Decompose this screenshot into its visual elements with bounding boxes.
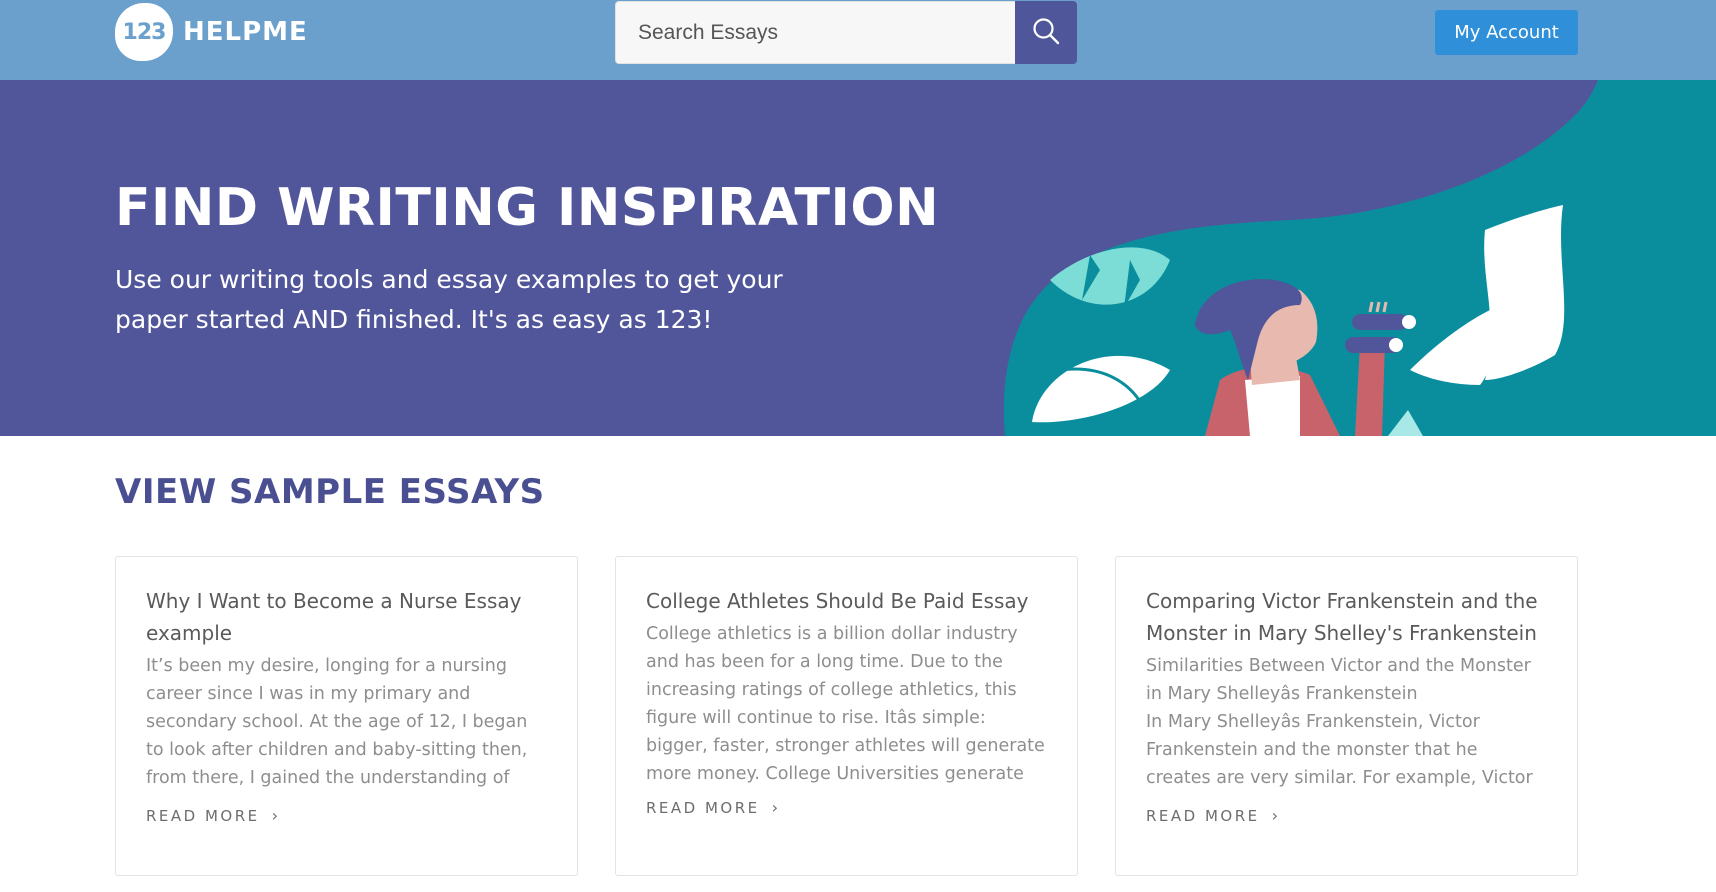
search-button[interactable] [1015,1,1077,64]
hero-banner: FIND WRITING INSPIRATION Use our writing… [0,80,1716,436]
logo-badge: 123 [115,3,173,61]
read-more-link[interactable]: READ MORE › [1146,806,1278,825]
search-input[interactable] [615,1,1015,64]
chevron-right-icon: › [1271,806,1279,825]
my-account-button[interactable]: My Account [1435,10,1578,55]
essay-card-excerpt: Similarities Between Victor and the Mons… [1146,656,1533,788]
top-navbar: 123 HELPME My Account [0,0,1716,80]
chevron-right-icon: › [271,806,279,825]
search-bar [615,1,1077,64]
read-more-label: READ MORE [646,798,760,817]
logo-text: HELPME [183,17,308,47]
hero-subtitle: Use our writing tools and essay examples… [115,265,783,334]
read-more-label: READ MORE [1146,806,1260,825]
read-more-link[interactable]: READ MORE › [646,798,778,817]
section-title: VIEW SAMPLE ESSAYS [115,472,545,512]
essay-card[interactable]: Comparing Victor Frankenstein and the Mo… [1115,556,1578,876]
essay-card[interactable]: Why I Want to Become a Nurse Essay examp… [115,556,578,876]
essay-card[interactable]: College Athletes Should Be Paid Essay Co… [615,556,1078,876]
chevron-right-icon: › [771,798,779,817]
read-more-link[interactable]: READ MORE › [146,806,278,825]
search-icon [1032,17,1060,48]
essay-card-excerpt: College athletics is a billion dollar in… [646,624,1045,784]
essay-card-title[interactable]: Why I Want to Become a Nurse Essay examp… [146,585,547,649]
essay-card-title[interactable]: College Athletes Should Be Paid Essay [646,585,1047,617]
hero-title: FIND WRITING INSPIRATION [115,178,940,238]
hero-illustration [1003,80,1716,436]
read-more-label: READ MORE [146,806,260,825]
site-logo[interactable]: 123 HELPME [115,3,308,61]
essay-card-excerpt: It’s been my desire, longing for a nursi… [146,656,528,788]
essay-card-title[interactable]: Comparing Victor Frankenstein and the Mo… [1146,585,1547,649]
